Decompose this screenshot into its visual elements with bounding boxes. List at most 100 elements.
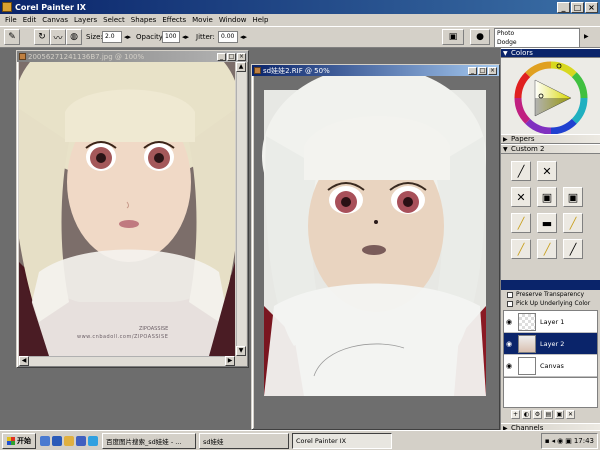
- painting-minimize-button[interactable]: _: [468, 66, 477, 75]
- visibility-eye-icon[interactable]: ◉: [504, 318, 514, 326]
- papers-panel-header[interactable]: ▶ Papers: [501, 134, 600, 144]
- preserve-transparency-checkbox[interactable]: Preserve Transparency: [501, 290, 600, 299]
- menu-layers[interactable]: Layers: [71, 16, 100, 24]
- layer-name: Layer 2: [540, 339, 565, 348]
- opacity-stepper-icon[interactable]: ◂▸: [182, 31, 189, 43]
- painter-app-icon[interactable]: [2, 2, 12, 12]
- menu-edit[interactable]: Edit: [20, 16, 40, 24]
- close-button[interactable]: ×: [585, 1, 598, 13]
- taskbar-item-folder[interactable]: sd娃娃: [199, 432, 289, 449]
- brush-slot-7[interactable]: ▬: [537, 213, 557, 233]
- layer-new-icon[interactable]: +: [511, 410, 520, 419]
- brush-slot-9[interactable]: ╱: [511, 239, 531, 259]
- ie-browser-icon[interactable]: [52, 435, 62, 446]
- jitter-input[interactable]: 0.00: [218, 31, 238, 43]
- layer-row-layer-1[interactable]: ◉ Layer 1: [504, 311, 597, 333]
- photo-scroll-up-button[interactable]: ▲: [236, 62, 246, 72]
- brush-slot-5[interactable]: ▣: [563, 187, 583, 207]
- folder-icon[interactable]: [64, 435, 74, 446]
- menu-effects[interactable]: Effects: [159, 16, 189, 24]
- maximize-button[interactable]: □: [571, 1, 584, 13]
- brush-selector-arrow-icon[interactable]: ▶: [584, 31, 589, 43]
- visibility-eye-icon[interactable]: ◉: [504, 340, 514, 348]
- current-tool-icon[interactable]: ✎: [4, 29, 20, 45]
- size-stepper-icon[interactable]: ◂▸: [124, 31, 131, 43]
- collapse-arrow-icon[interactable]: ▼: [503, 146, 511, 153]
- photo-maximize-button[interactable]: □: [227, 52, 236, 61]
- photo-scroll-down-button[interactable]: ▼: [236, 346, 246, 356]
- menu-window[interactable]: Window: [216, 16, 250, 24]
- checkbox-box[interactable]: [507, 300, 513, 307]
- doll-photo-image: [19, 62, 235, 356]
- brush-method-icon[interactable]: ↻: [34, 29, 50, 45]
- tray-volume-icon[interactable]: ◂: [552, 437, 556, 445]
- clock[interactable]: 17:43: [574, 437, 594, 445]
- size-input[interactable]: 2.0: [102, 31, 122, 43]
- photo-horizontal-scrollbar[interactable]: ◀ ▶: [19, 356, 235, 366]
- layers-panel-header[interactable]: [501, 280, 600, 290]
- taskbar-item-browser[interactable]: 百度图片搜索_sd娃娃 - ...: [102, 432, 196, 449]
- colors-panel-header[interactable]: ▼ Colors: [501, 48, 600, 58]
- tray-antivirus-icon[interactable]: ◉: [557, 437, 563, 445]
- pick-up-underlying-checkbox[interactable]: Pick Up Underlying Color: [501, 299, 600, 308]
- brush-shape-icon[interactable]: ◍: [66, 29, 82, 45]
- menu-help[interactable]: Help: [249, 16, 271, 24]
- brush-slot-2[interactable]: ✕: [537, 161, 557, 181]
- preserve-transparency-label: Preserve Transparency: [516, 291, 584, 298]
- painting-canvas-area[interactable]: [254, 76, 499, 429]
- photo-scroll-right-button[interactable]: ▶: [225, 356, 235, 366]
- start-button[interactable]: 开始: [2, 432, 36, 449]
- layer-row-canvas[interactable]: ◉ Canvas: [504, 355, 597, 377]
- photo-document-window[interactable]: 20056271241136B7.jpg @ 100% _ □ × www.cn…: [16, 50, 249, 368]
- document-icon: [19, 53, 26, 60]
- layer-mask-icon[interactable]: ◐: [522, 410, 531, 419]
- custom-panel-header[interactable]: ▼ Custom 2: [501, 144, 600, 154]
- photo-minimize-button[interactable]: _: [217, 52, 226, 61]
- visibility-eye-icon[interactable]: ◉: [504, 362, 514, 370]
- layer-row-layer-2[interactable]: ◉ Layer 2: [504, 333, 597, 355]
- photo-scroll-left-button[interactable]: ◀: [19, 356, 29, 366]
- opacity-input[interactable]: 100: [162, 31, 180, 43]
- minimize-button[interactable]: _: [557, 1, 570, 13]
- brush-slot-10[interactable]: ╱: [537, 239, 557, 259]
- brush-category-icon[interactable]: ▣: [442, 29, 464, 45]
- menu-shapes[interactable]: Shapes: [128, 16, 160, 24]
- jitter-stepper-icon[interactable]: ◂▸: [240, 31, 247, 43]
- photo-window-title-bar[interactable]: 20056271241136B7.jpg @ 100% _ □ ×: [17, 51, 248, 62]
- layer-delete-icon[interactable]: ✕: [566, 410, 575, 419]
- custom-brush-palette: ╱ ✕ ✕ ▣ ▣ ╱ ▬ ╱ ╱ ╱ ╱: [501, 154, 600, 266]
- brush-slot-6[interactable]: ╱: [511, 213, 531, 233]
- menu-canvas[interactable]: Canvas: [39, 16, 71, 24]
- brush-slot-8[interactable]: ╱: [563, 213, 583, 233]
- app-title-bar: Corel Painter IX _ □ ×: [0, 0, 600, 14]
- brush-slot-1[interactable]: ╱: [511, 161, 531, 181]
- tray-ime-icon[interactable]: ▣: [565, 437, 572, 445]
- checkbox-box[interactable]: [507, 291, 513, 298]
- painting-close-button[interactable]: ×: [488, 66, 497, 75]
- brush-slot-3[interactable]: ✕: [511, 187, 531, 207]
- color-wheel[interactable]: [501, 58, 600, 135]
- painting-document-window[interactable]: sd娃娃2.RIF @ 50% _ □ ×: [251, 64, 500, 430]
- stroke-type-icon[interactable]: 〰: [50, 29, 66, 45]
- expand-arrow-icon[interactable]: ▶: [503, 136, 511, 143]
- tray-network-icon[interactable]: ▪: [545, 437, 550, 445]
- layer-dynamic-icon[interactable]: ⚙: [533, 410, 542, 419]
- layer-copy-icon[interactable]: ▣: [555, 410, 564, 419]
- photo-close-button[interactable]: ×: [237, 52, 246, 61]
- menu-movie[interactable]: Movie: [189, 16, 216, 24]
- painting-maximize-button[interactable]: □: [478, 66, 487, 75]
- messenger-icon[interactable]: [88, 435, 98, 446]
- brush-selector[interactable]: Photo Dodge: [494, 28, 580, 48]
- painting-window-title-bar[interactable]: sd娃娃2.RIF @ 50% _ □ ×: [252, 65, 499, 76]
- layer-group-icon[interactable]: ▤: [544, 410, 553, 419]
- brush-slot-4[interactable]: ▣: [537, 187, 557, 207]
- media-player-icon[interactable]: [76, 435, 86, 446]
- brush-dab-icon[interactable]: ●: [470, 29, 490, 45]
- show-desktop-icon[interactable]: [40, 435, 50, 446]
- brush-slot-11[interactable]: ╱: [563, 239, 583, 259]
- menu-select[interactable]: Select: [100, 16, 128, 24]
- menu-file[interactable]: File: [2, 16, 20, 24]
- collapse-arrow-icon[interactable]: ▼: [503, 50, 511, 57]
- taskbar-item-painter[interactable]: Corel Painter IX: [292, 432, 392, 449]
- photo-vertical-scrollbar[interactable]: ▲ ▼: [236, 62, 246, 356]
